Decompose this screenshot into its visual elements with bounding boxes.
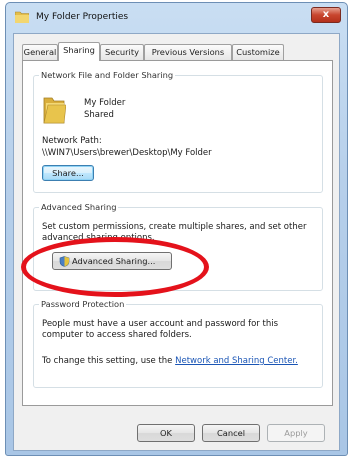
password-protection-group: Password Protection People must have a u… bbox=[33, 299, 323, 388]
folder-icon bbox=[15, 11, 29, 23]
network-path-value: \\WIN7\Users\brewer\Desktop\My Folder bbox=[42, 148, 212, 158]
window-title: My Folder Properties bbox=[36, 12, 129, 22]
network-sharing-label: Network File and Folder Sharing bbox=[39, 70, 176, 81]
tab-previous-versions[interactable]: Previous Versions bbox=[144, 44, 232, 60]
tab-general[interactable]: General bbox=[22, 44, 58, 60]
tab-customize[interactable]: Customize bbox=[232, 44, 284, 60]
password-protection-label: Password Protection bbox=[39, 299, 127, 310]
shared-folder-icon bbox=[43, 97, 66, 124]
password-protection-line-2: computer to access shared folders. bbox=[42, 330, 192, 340]
close-button[interactable]: x bbox=[311, 7, 341, 23]
advanced-sharing-button-label: Advanced Sharing... bbox=[72, 256, 156, 266]
apply-button[interactable]: Apply bbox=[267, 424, 325, 442]
folder-status: Shared bbox=[84, 110, 114, 120]
change-setting-prefix: To change this setting, use the bbox=[42, 356, 173, 366]
advanced-sharing-description-2: advanced sharing options. bbox=[42, 233, 155, 243]
properties-window: My Folder Properties x General Sharing S… bbox=[5, 2, 348, 456]
close-icon: x bbox=[322, 9, 330, 20]
share-button[interactable]: Share... bbox=[42, 165, 94, 181]
sharing-tab-panel: Network File and Folder Sharing My Folde… bbox=[22, 60, 333, 406]
network-sharing-center-link[interactable]: Network and Sharing Center. bbox=[175, 356, 298, 366]
network-path-label: Network Path: bbox=[42, 136, 102, 146]
tab-sharing[interactable]: Sharing bbox=[58, 42, 100, 61]
password-protection-line-1: People must have a user account and pass… bbox=[42, 319, 278, 329]
advanced-sharing-label: Advanced Sharing bbox=[39, 202, 119, 213]
dialog-client: General Sharing Security Previous Versio… bbox=[13, 33, 340, 451]
advanced-sharing-button[interactable]: Advanced Sharing... bbox=[52, 252, 172, 270]
network-sharing-group: Network File and Folder Sharing My Folde… bbox=[33, 70, 323, 193]
ok-button[interactable]: OK bbox=[137, 424, 195, 442]
cancel-button[interactable]: Cancel bbox=[202, 424, 260, 442]
tab-security[interactable]: Security bbox=[100, 44, 144, 60]
change-setting-text: To change this setting, use the Network … bbox=[42, 356, 298, 367]
title-bar: My Folder Properties x bbox=[6, 3, 347, 33]
folder-name: My Folder bbox=[84, 98, 126, 108]
advanced-sharing-description-1: Set custom permissions, create multiple … bbox=[42, 222, 307, 232]
advanced-sharing-group: Advanced Sharing Set custom permissions,… bbox=[33, 202, 323, 291]
shield-icon bbox=[59, 256, 70, 267]
